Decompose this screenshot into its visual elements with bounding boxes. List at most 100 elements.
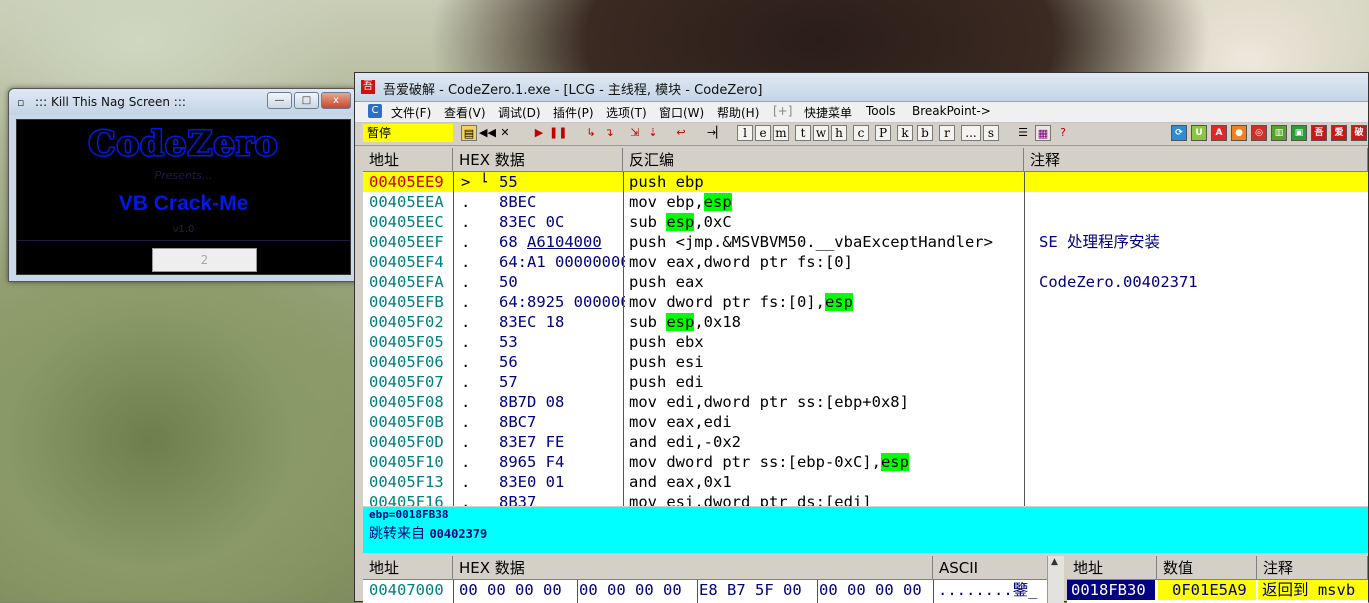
debugger-titlebar[interactable]: 吾 吾爱破解 - CodeZero.1.exe - [LCG - 主线程, 模块… [355,73,1368,102]
disasm-row[interactable]: 00405F16. 8B37 mov esi,dword ptr ds:[edi] [363,492,1368,506]
window-h-button[interactable]: h [831,125,847,141]
window-b-button[interactable]: b [917,125,933,141]
disasm-row[interactable]: 00405F06. 56 push esi [363,352,1368,372]
jump-from-address[interactable]: 00402379 [429,527,487,541]
dump-row[interactable]: 00407000 00 00 00 00 00 00 00 00 E8 B7 5… [363,580,1063,600]
menu-options[interactable]: 选项(T) [606,104,647,121]
dump-scrollbar[interactable]: ▲ [1047,556,1064,603]
refresh-icon[interactable]: ⟳ [1171,125,1187,141]
disasm-row[interactable]: 00405F05. 53 push ebx [363,332,1368,352]
disasm-row[interactable]: 00405EFA. 50 push eax CodeZero.00402371 [363,272,1368,292]
column-divider [933,580,934,603]
plugin1-icon[interactable]: U [1191,125,1207,141]
instruction-suffix: ,0xC [694,213,732,231]
trace-into-icon[interactable]: ⇲ [627,125,643,141]
menu-tools[interactable]: Tools [866,104,896,118]
window-more-button[interactable]: ... [961,125,981,141]
po-icon[interactable]: 破 [1351,125,1367,141]
plugin2-icon[interactable]: A [1211,125,1227,141]
row-address: 00405F10 [369,453,444,471]
rewind-icon[interactable]: ◀◀ [479,125,496,141]
window-t-button[interactable]: t [795,125,811,141]
stack-header-value[interactable]: 数值 [1157,556,1257,580]
minimize-button[interactable]: — [267,92,292,109]
window-w-button[interactable]: w [813,125,829,141]
window-m-button[interactable]: m [773,125,789,141]
disasm-row[interactable]: 00405F0D. 83E7 FE and edi,-0x2 [363,432,1368,452]
maximize-button[interactable]: □ [294,92,319,109]
dump-header-address[interactable]: 地址 [363,556,453,580]
nag-titlebar[interactable]: ▫ ::: Kill This Nag Screen ::: — □ x [9,89,357,115]
counter-button[interactable]: 2 [152,248,257,272]
window-p-button[interactable]: P [875,125,891,141]
target-icon[interactable]: ◎ [1251,125,1267,141]
hex-bytes: 53 [499,333,518,351]
trace-over-icon[interactable]: ⇣ [645,125,661,141]
record-icon[interactable]: ● [1231,125,1247,141]
memory-dump-pane[interactable]: 地址 HEX 数据 ASCII 00407000 00 00 00 00 00 … [363,556,1063,603]
row-address: 00405F16 [369,493,444,506]
menu-window[interactable]: 窗口(W) [659,104,704,121]
hex-bytes: 8965 F4 [499,453,565,471]
dump-header-hex[interactable]: HEX 数据 [453,556,933,580]
menu-help[interactable]: 帮助(H) [717,104,759,121]
disasm-row[interactable]: 00405EEC. 83EC 0C sub esp,0xC [363,212,1368,232]
close-process-icon[interactable]: ✕ [497,125,513,141]
open-file-icon[interactable]: ▤ [461,125,477,141]
goto-icon[interactable]: →▏ [707,125,725,141]
window-l-button[interactable]: l [737,125,753,141]
stack-pane[interactable]: 地址 数值 注释 0018FB30 0F01E5A9 返回到 msvb [1067,556,1368,603]
step-over-icon[interactable]: ↴ [601,125,617,141]
menu-plugins[interactable]: 插件(P) [553,104,594,121]
step-into-icon[interactable]: ↳ [583,125,599,141]
mdi-child-icon[interactable]: C [368,104,382,118]
cpu-disassembly-pane[interactable]: 地址 HEX 数据 反汇编 注释 00405EE9 > └ 55 push ebp 00… [363,148,1368,506]
col-header-address[interactable]: 地址 [363,148,453,172]
window-r-button[interactable]: r [939,125,955,141]
col-header-disasm[interactable]: 反汇编 [623,148,1024,172]
window-s-button[interactable]: s [983,125,999,141]
window-k-button[interactable]: k [897,125,913,141]
menu-view[interactable]: 查看(V) [444,104,486,121]
row-hex: 8BEC [499,192,625,212]
menu-file[interactable]: 文件(F) [391,104,431,121]
grid-icon[interactable]: ▦ [1035,125,1051,141]
disasm-row[interactable]: 00405F13. 83E0 01 and eax,0x1 [363,472,1368,492]
window-c-button[interactable]: c [853,125,869,141]
hex-address-operand[interactable]: A6104000 [527,233,602,251]
execute-till-return-icon[interactable]: ↩ [673,125,689,141]
disasm-row[interactable]: 00405EE9 > └ 55 push ebp [363,172,1368,192]
menu-plus[interactable]: [+] [773,104,792,118]
ai-icon[interactable]: 爱 [1331,125,1347,141]
disasm-row[interactable]: 00405F07. 57 push edi [363,372,1368,392]
menu-shortcut[interactable]: 快捷菜单 [804,104,852,121]
disasm-row[interactable]: 00405EF4. 64:A1 00000000 mov eax,dword ptr… [363,252,1368,272]
disasm-row[interactable]: 00405EEF. 68 A6104000 push <jmp.&MSVBVM50.… [363,232,1368,252]
row-hex: 57 [499,372,625,392]
window-e-button[interactable]: e [755,125,771,141]
plugin3-icon[interactable]: ▥ [1271,125,1287,141]
disasm-row[interactable]: 00405EFB. 64:8925 000000 mov dword ptr fs:… [363,292,1368,312]
col-header-hex[interactable]: HEX 数据 [453,148,623,172]
col-header-comment[interactable]: 注释 [1024,148,1368,172]
disasm-row[interactable]: 00405F0B. 8BC7 mov eax,edi [363,412,1368,432]
dump-header-ascii[interactable]: ASCII [933,556,1063,580]
help-icon[interactable]: ? [1055,125,1071,141]
wuai-icon[interactable]: 吾 [1311,125,1327,141]
disasm-row[interactable]: 00405F02. 83EC 18 sub esp,0x18 [363,312,1368,332]
disasm-row[interactable]: 00405F08. 8B7D 08 mov edi,dword ptr ss:[eb… [363,392,1368,412]
stack-header-address[interactable]: 地址 [1067,556,1157,580]
run-icon[interactable]: ▶ [531,125,547,141]
row-disassembly: mov eax,edi [629,412,1023,432]
list-icon[interactable]: ☰ [1015,125,1031,141]
close-button[interactable]: x [321,92,351,109]
plugin4-icon[interactable]: ▣ [1291,125,1307,141]
disasm-row[interactable]: 00405EEA. 8BEC mov ebp,esp [363,192,1368,212]
stack-header-comment[interactable]: 注释 [1257,556,1368,580]
scroll-up-arrow-icon[interactable]: ▲ [1051,557,1058,567]
menu-breakpoint[interactable]: BreakPoint-> [912,104,991,118]
stack-row[interactable]: 0018FB30 0F01E5A9 返回到 msvb [1067,580,1368,600]
disasm-row[interactable]: 00405F10. 8965 F4 mov dword ptr ss:[ebp-0x… [363,452,1368,472]
pause-icon[interactable]: ❚❚ [549,125,567,141]
menu-debug[interactable]: 调试(D) [498,104,541,121]
